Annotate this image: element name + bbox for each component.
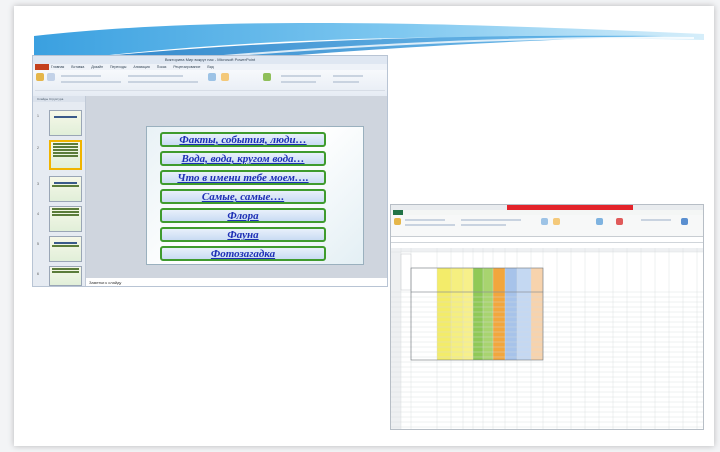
delete-cells-icon[interactable] — [616, 218, 623, 225]
powerpoint-window: Викторина Мир вокруг нас - Microsoft Pow… — [32, 55, 388, 287]
paste-icon[interactable] — [394, 218, 401, 225]
category-button[interactable]: Фотозагадка — [160, 246, 326, 261]
powerpoint-title-bar: Викторина Мир вокруг нас - Microsoft Pow… — [33, 56, 387, 64]
slides-panel: Слайды Структура 1 2 3 4 5 6 — [33, 96, 86, 286]
insert-cells-icon[interactable] — [596, 218, 603, 225]
formula-bar[interactable] — [391, 237, 703, 243]
excel-ribbon — [391, 215, 703, 237]
slide-thumbnail[interactable] — [49, 236, 82, 262]
thumb-number: 4 — [37, 212, 39, 216]
thumb-number: 5 — [37, 242, 39, 246]
category-button[interactable]: Что в имени тебе моем…. — [160, 170, 326, 185]
format-icon[interactable] — [541, 218, 548, 225]
sort-icon[interactable] — [681, 218, 688, 225]
category-button[interactable]: Флора — [160, 208, 326, 223]
slide-thumbnail[interactable] — [49, 206, 82, 232]
current-slide: Факты, события, люди… Вода, вода, кругом… — [146, 126, 364, 265]
notes-pane[interactable]: Заметки к слайду — [86, 278, 387, 286]
slide-thumbnail-selected[interactable] — [49, 140, 82, 170]
spreadsheet-grid[interactable] — [391, 248, 704, 430]
presentation-slide: Викторина Мир вокруг нас - Microsoft Pow… — [14, 6, 714, 446]
thumb-number: 2 — [37, 146, 39, 150]
category-button[interactable]: Факты, события, люди… — [160, 132, 326, 147]
quick-styles-icon[interactable] — [263, 73, 271, 81]
slide-editing-area: Факты, события, люди… Вода, вода, кругом… — [86, 96, 387, 278]
shapes-icon[interactable] — [208, 73, 216, 81]
arrange-icon[interactable] — [221, 73, 229, 81]
category-button[interactable]: Самые, самые…. — [160, 189, 326, 204]
excel-window: Книга1 - Microsoft Excel — [390, 204, 704, 430]
slide-thumbnail[interactable] — [49, 110, 82, 136]
thumb-number: 6 — [37, 272, 39, 276]
category-button[interactable]: Вода, вода, кругом вода… — [160, 151, 326, 166]
thumb-number: 1 — [37, 114, 39, 118]
paste-icon[interactable] — [36, 73, 44, 81]
ribbon — [33, 70, 387, 97]
new-slide-icon[interactable] — [47, 73, 55, 81]
thumb-number: 3 — [37, 182, 39, 186]
slide-thumbnail[interactable] — [49, 266, 82, 286]
slide-thumbnail[interactable] — [49, 176, 82, 202]
styles-icon[interactable] — [553, 218, 560, 225]
slides-panel-tabs[interactable]: Слайды Структура — [33, 96, 85, 102]
category-button[interactable]: Фауна — [160, 227, 326, 242]
